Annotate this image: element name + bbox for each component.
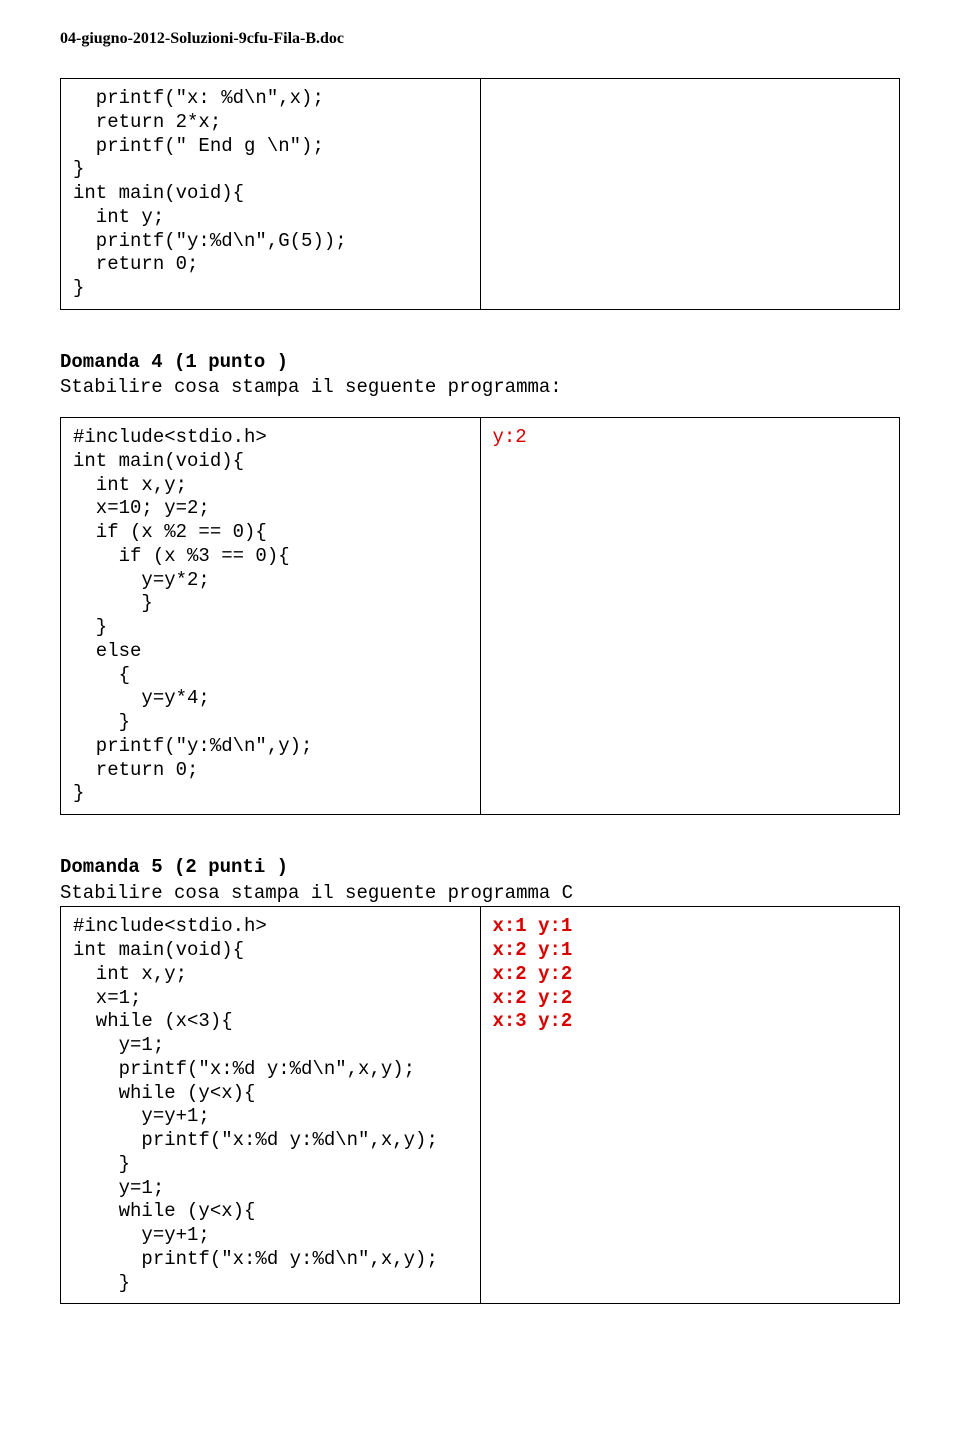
domanda-5-title-bold: Domanda 5 (2 punti ) <box>60 856 288 878</box>
code-block-1: printf("x: %d\n",x); return 2*x; printf(… <box>60 78 900 310</box>
code-text: #include<stdio.h> int main(void){ int x,… <box>73 915 468 1295</box>
code-block-3-right: x:1 y:1 x:2 y:1 x:2 y:2 x:2 y:2 x:3 y:2 <box>481 907 900 1303</box>
output-text: y:2 <box>493 426 888 450</box>
document-header: 04-giugno-2012-Soluzioni-9cfu-Fila-B.doc <box>60 30 900 48</box>
domanda-4-title-rest: Stabilire cosa stampa il seguente progra… <box>60 376 562 398</box>
domanda-4-title-bold: Domanda 4 (1 punto ) <box>60 351 288 373</box>
output-text: x:1 y:1 x:2 y:1 x:2 y:2 x:2 y:2 x:3 y:2 <box>493 915 888 1034</box>
code-block-3: #include<stdio.h> int main(void){ int x,… <box>60 906 900 1304</box>
code-block-3-left: #include<stdio.h> int main(void){ int x,… <box>61 907 481 1303</box>
domanda-4-title: Domanda 4 (1 punto ) Stabilire cosa stam… <box>60 350 900 401</box>
domanda-5-title: Domanda 5 (2 punti ) Stabilire cosa stam… <box>60 855 900 906</box>
code-block-2: #include<stdio.h> int main(void){ int x,… <box>60 417 900 815</box>
code-block-1-left: printf("x: %d\n",x); return 2*x; printf(… <box>61 79 481 309</box>
code-block-1-right <box>481 79 900 309</box>
code-text: #include<stdio.h> int main(void){ int x,… <box>73 426 468 806</box>
code-block-2-left: #include<stdio.h> int main(void){ int x,… <box>61 418 481 814</box>
domanda-5-title-rest: Stabilire cosa stampa il seguente progra… <box>60 882 573 904</box>
code-text: printf("x: %d\n",x); return 2*x; printf(… <box>73 87 468 301</box>
document-page: 04-giugno-2012-Soluzioni-9cfu-Fila-B.doc… <box>0 0 960 1334</box>
code-block-2-right: y:2 <box>481 418 900 814</box>
